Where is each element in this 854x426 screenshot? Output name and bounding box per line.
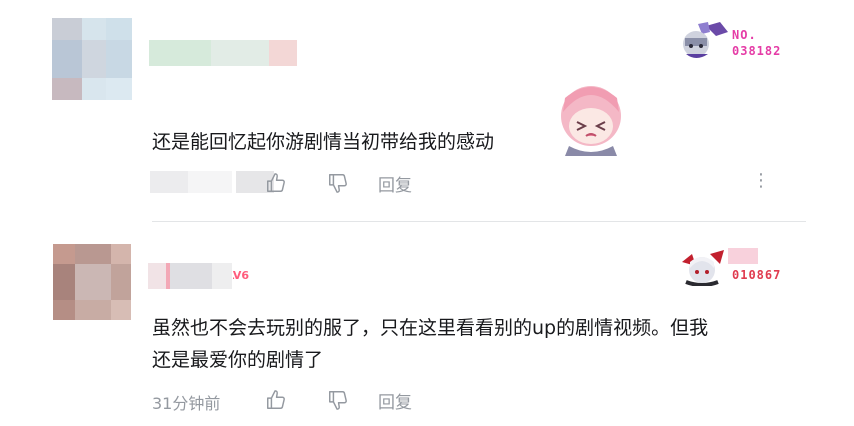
more-vertical-icon[interactable]: ⋮ [752, 170, 770, 191]
fan-badge[interactable]: 010867 [680, 248, 800, 288]
thumb-down-icon[interactable] [327, 389, 349, 411]
comment-text-line-1: 虽然也不会去玩别的服了，只在这里看看别的up的剧情视频。但我 [152, 317, 709, 339]
thumb-down-icon[interactable] [327, 172, 349, 194]
thumb-up-icon[interactable] [265, 389, 287, 411]
comment-time [150, 171, 274, 193]
fan-badge[interactable]: NO. 038182 [676, 22, 796, 62]
reply-button[interactable]: 回复 [378, 171, 412, 196]
fan-badge-top-blur [728, 248, 758, 264]
comment-text-line-2: 还是最爱你的剧情了 [152, 349, 324, 371]
username[interactable] [148, 263, 232, 289]
comment-text: 还是能回忆起你游剧情当初带给我的感动 [152, 131, 495, 153]
level-tag: LV6 [233, 269, 249, 282]
fan-badge-number: 010867 [732, 268, 782, 282]
username[interactable] [149, 40, 297, 66]
fan-badge-avatar-icon [683, 22, 728, 58]
avatar[interactable] [52, 18, 132, 100]
emote-sticker-icon [561, 86, 621, 156]
thumb-up-icon[interactable] [265, 172, 287, 194]
fan-badge-label: NO. [732, 28, 757, 42]
reply-button[interactable]: 回复 [378, 388, 412, 413]
fan-badge-number: 038182 [732, 44, 782, 58]
fan-badge-avatar-icon [682, 250, 724, 286]
divider [152, 221, 806, 222]
avatar[interactable] [53, 244, 131, 320]
comment-time: 31分钟前 [152, 394, 221, 413]
